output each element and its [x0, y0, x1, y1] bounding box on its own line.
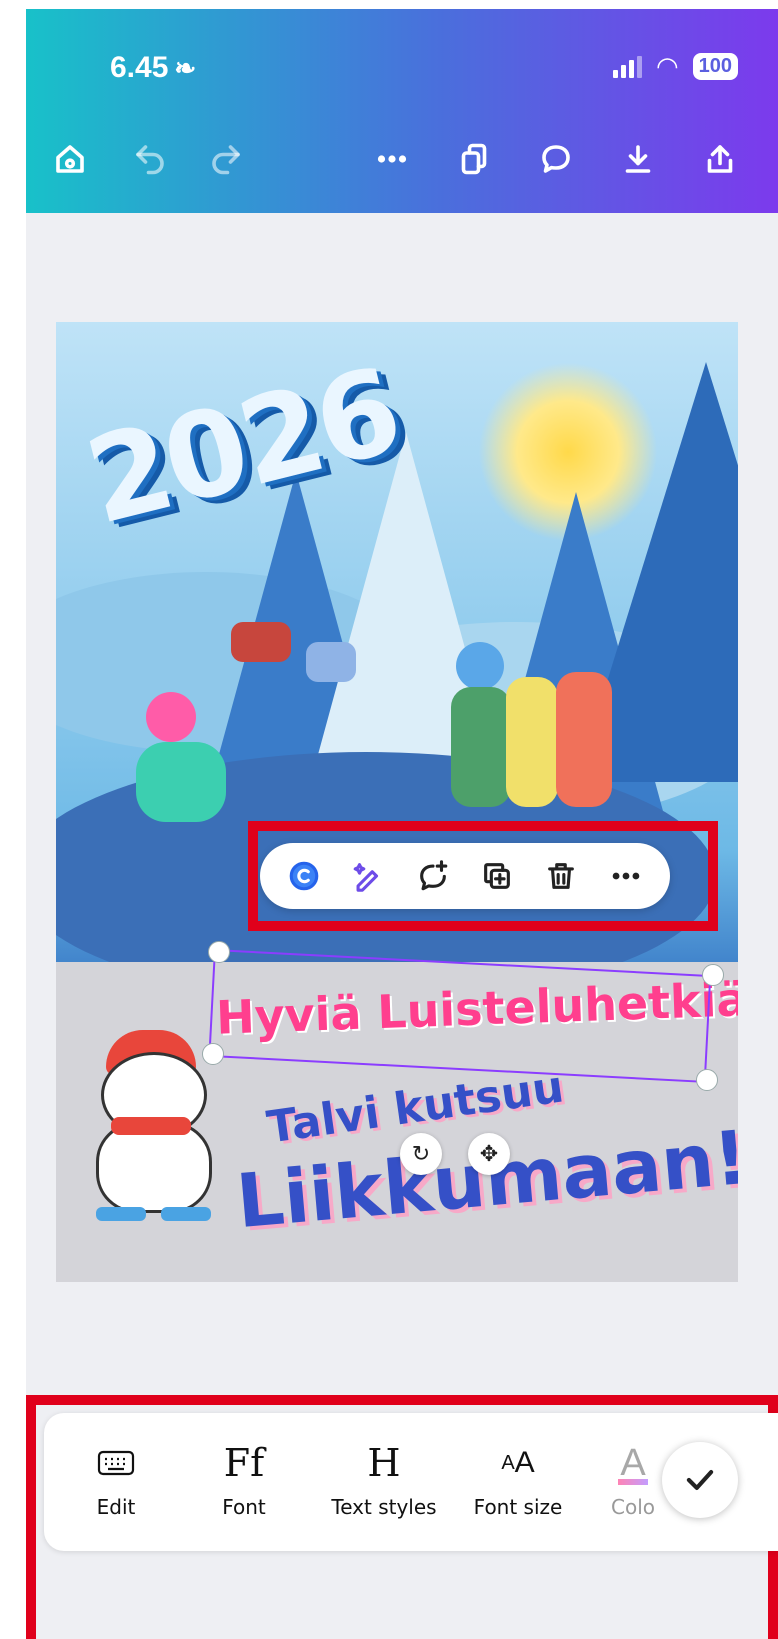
focus-mode-icon: ❧	[174, 53, 197, 83]
font-size-button[interactable]: AA Font size	[458, 1435, 578, 1519]
home-button[interactable]	[46, 135, 94, 183]
redo-icon	[212, 145, 240, 175]
checkmark-icon	[686, 1470, 714, 1490]
undo-button[interactable]	[126, 135, 174, 183]
resize-handle-top-left[interactable]	[208, 941, 230, 963]
rotate-handle[interactable]: ↻	[400, 1133, 442, 1175]
skater-child-graphic	[136, 742, 226, 822]
skater-child-graphic	[146, 692, 196, 742]
resize-handle-top-right[interactable]	[702, 964, 724, 986]
share-button[interactable]	[696, 135, 744, 183]
design-canvas[interactable]: 2026 Hyviä Luisteluhetkiä Talvi kutsuu L…	[56, 322, 738, 1282]
home-icon	[56, 145, 84, 173]
skater-child-graphic	[451, 687, 511, 807]
redo-button[interactable]	[202, 135, 250, 183]
highlight-box-context-menu	[248, 821, 718, 931]
keyboard-icon	[56, 1435, 176, 1491]
font-button[interactable]: Ff Font	[184, 1435, 304, 1519]
share-icon	[707, 145, 733, 173]
battery-indicator: 100	[692, 53, 738, 80]
rotate-icon: ↻	[411, 1141, 431, 1166]
ellipsis-icon	[377, 155, 407, 163]
download-icon	[625, 145, 651, 173]
signal-icon	[612, 55, 642, 78]
done-button[interactable]	[662, 1442, 738, 1518]
undo-icon	[136, 145, 164, 175]
sled-graphic	[231, 622, 291, 662]
font-icon: Ff	[223, 1441, 265, 1485]
top-header: 6.45 ❧ ◠ 100	[26, 9, 778, 213]
more-options-button[interactable]	[368, 135, 416, 183]
skater-child-graphic	[456, 642, 504, 690]
skater-child-graphic	[306, 642, 356, 682]
comment-icon	[542, 145, 570, 173]
pages-button[interactable]	[450, 135, 498, 183]
move-icon: ✥	[479, 1141, 499, 1166]
status-time: 6.45 ❧	[110, 51, 197, 84]
text-styles-button[interactable]: H Text styles	[322, 1435, 446, 1519]
text-styles-icon: H	[367, 1441, 401, 1485]
download-button[interactable]	[614, 135, 662, 183]
skater-child-graphic	[506, 677, 558, 807]
move-handle[interactable]: ✥	[468, 1133, 510, 1175]
wifi-icon: ◠	[655, 51, 679, 81]
editor-toolbar	[26, 135, 778, 195]
pages-icon	[461, 143, 487, 175]
resize-handle-bottom-right[interactable]	[696, 1069, 718, 1091]
comment-button[interactable]	[532, 135, 580, 183]
status-indicators: ◠ 100	[612, 51, 738, 82]
font-size-icon: AA	[501, 1446, 535, 1479]
edit-text-button[interactable]: Edit	[56, 1435, 176, 1519]
resize-handle-bottom-left[interactable]	[202, 1043, 224, 1065]
skater-child-graphic	[556, 672, 612, 807]
